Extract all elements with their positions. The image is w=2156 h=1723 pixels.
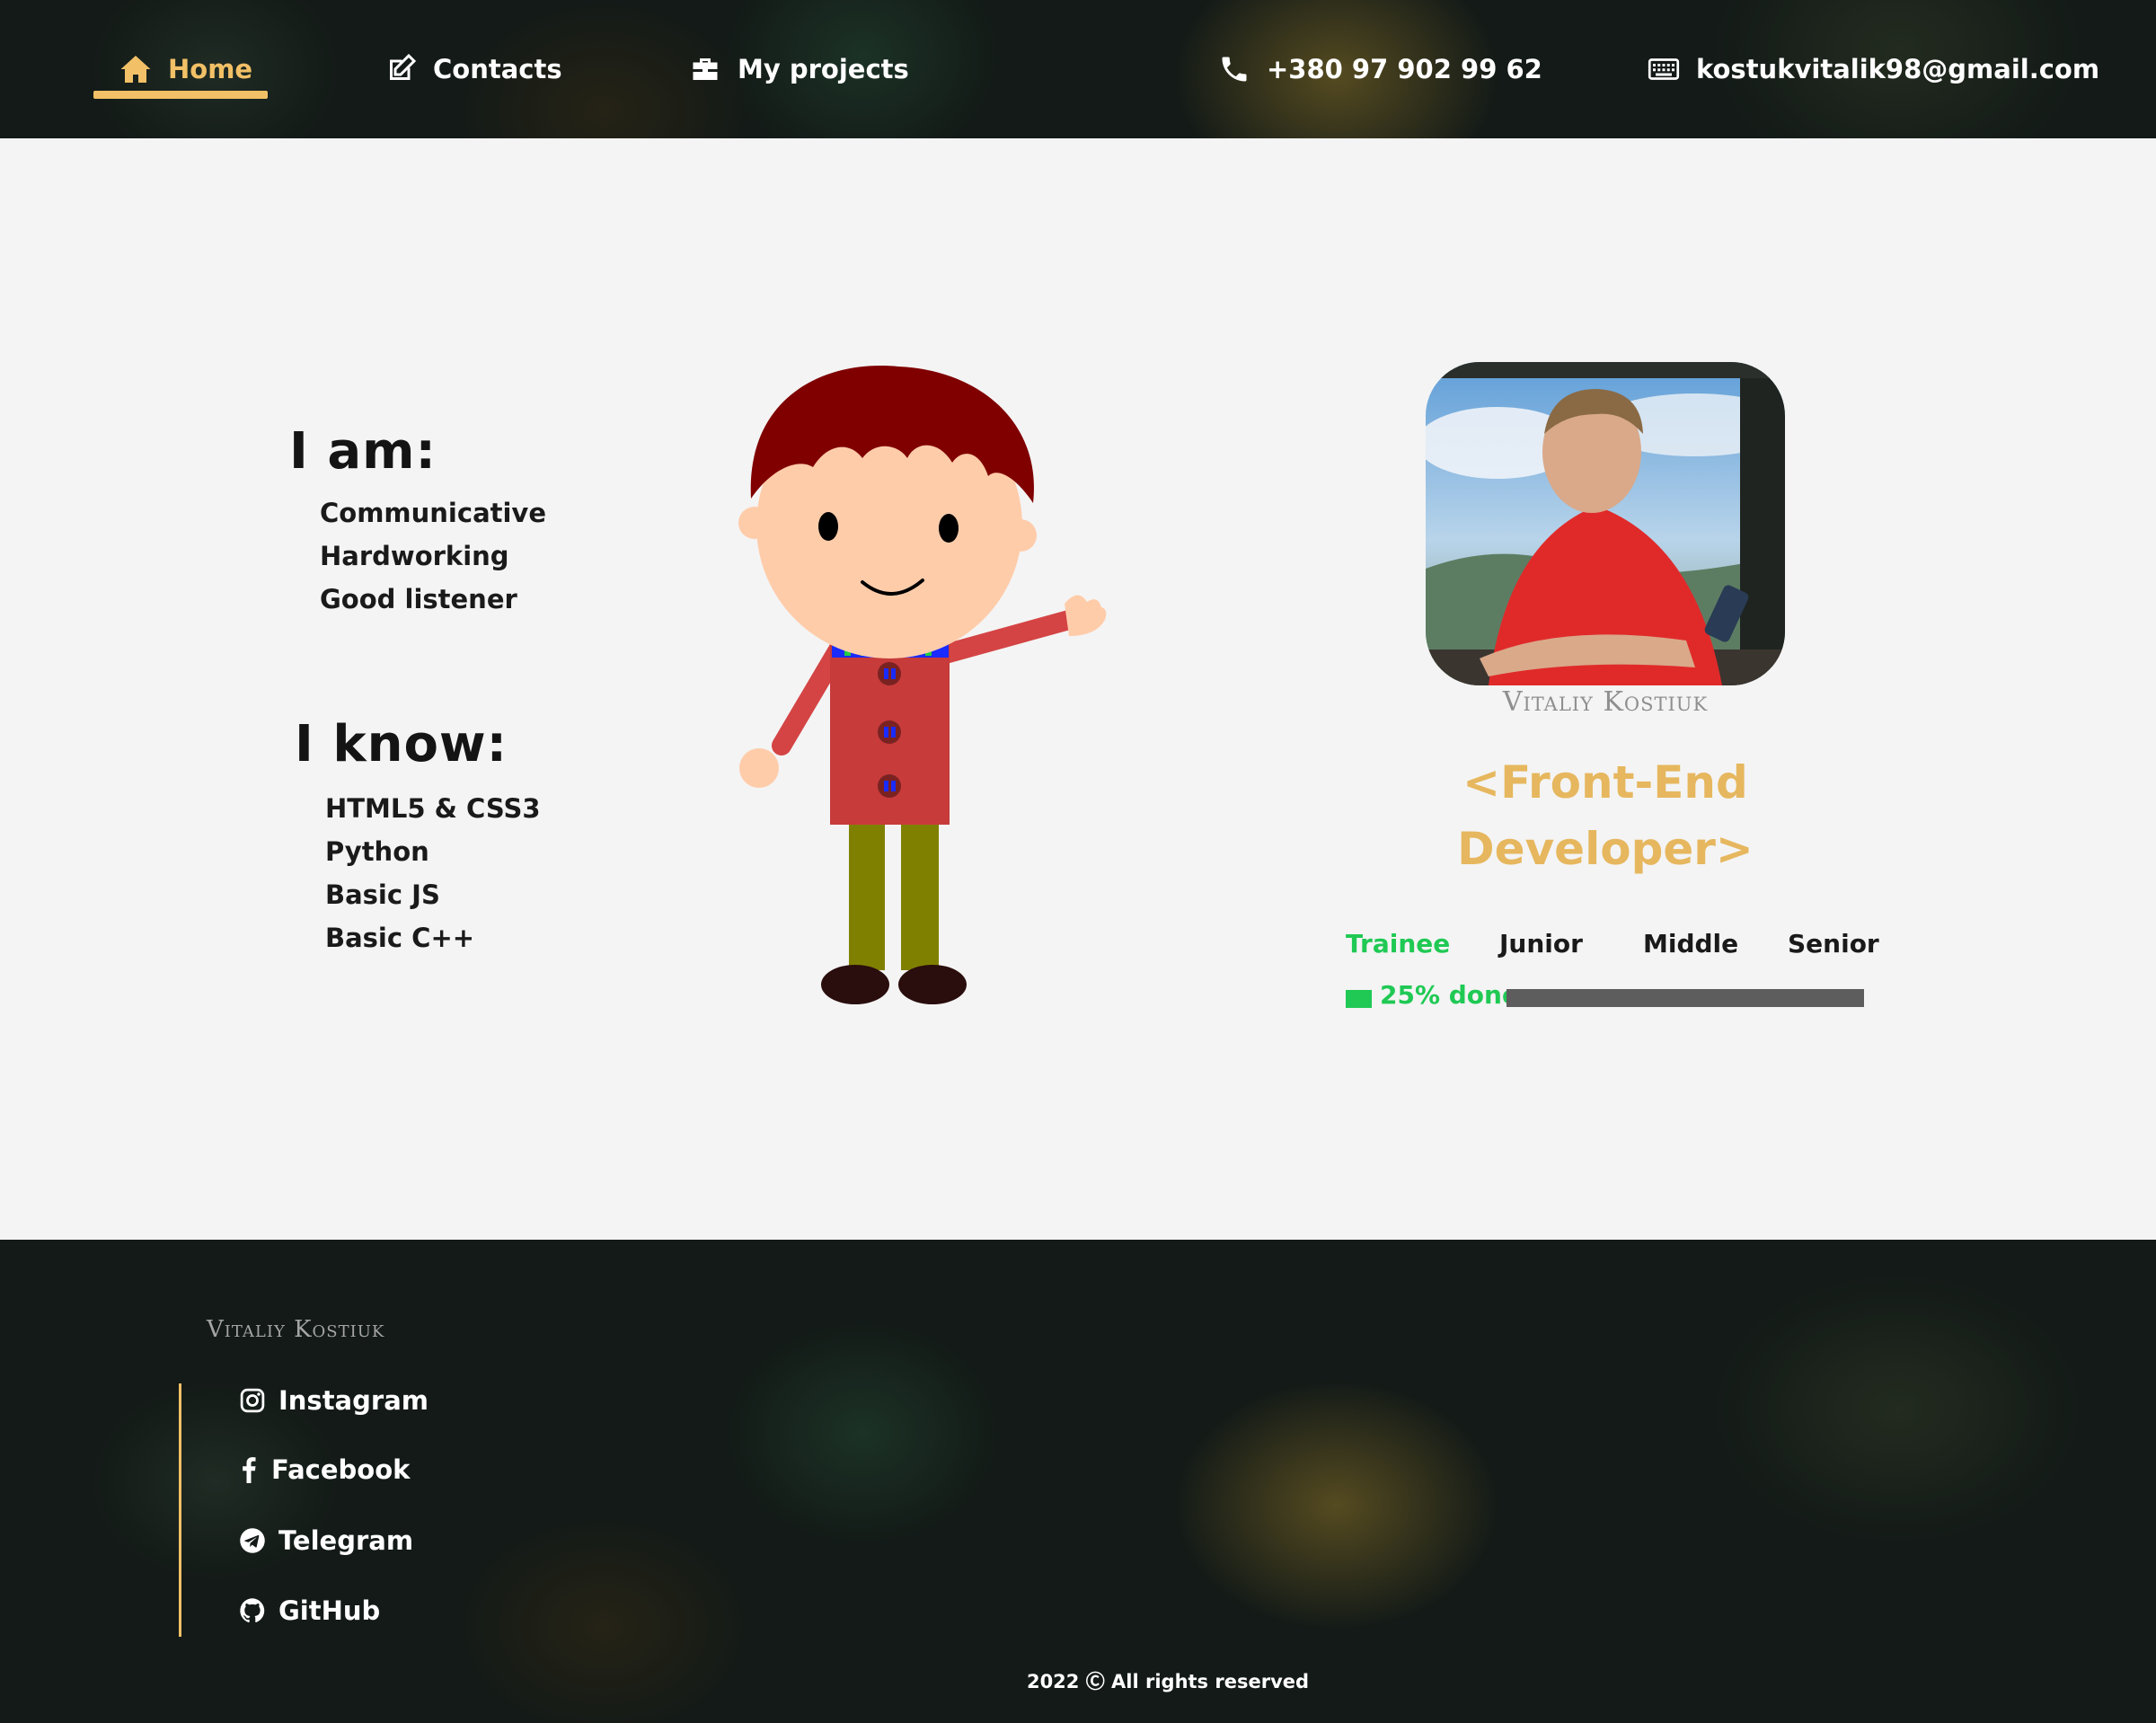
social-label: GitHub	[278, 1595, 381, 1626]
list-item: Python	[325, 836, 429, 867]
phone-icon	[1222, 57, 1247, 82]
social-link-github[interactable]: GitHub	[239, 1595, 380, 1626]
list-item: HTML5 & CSS3	[325, 793, 541, 824]
github-icon	[240, 1598, 265, 1623]
level-senior: Senior	[1788, 929, 1879, 959]
footer-divider	[179, 1383, 181, 1637]
nav-contacts[interactable]: Contacts	[384, 0, 562, 138]
about-title: I am:	[289, 422, 437, 481]
skills-title: I know:	[295, 715, 508, 773]
briefcase-icon	[693, 58, 718, 80]
profile-name: Vitaliy Kostiuk	[1502, 686, 1709, 718]
facebook-icon	[243, 1457, 256, 1483]
nav-contacts-label: Contacts	[433, 54, 562, 84]
nav-phone-label: +380 97 902 99 62	[1267, 54, 1542, 84]
active-nav-underline	[93, 91, 268, 99]
list-item: Good listener	[320, 584, 517, 614]
progress-fill	[1346, 990, 1372, 1008]
nav-email-label: kostukvitalik98@gmail.com	[1696, 54, 2100, 84]
list-item: Hardworking	[320, 541, 509, 571]
level-middle: Middle	[1643, 929, 1739, 959]
social-link-facebook[interactable]: Facebook	[239, 1454, 410, 1485]
progress-remaining-track	[1507, 989, 1864, 1007]
list-item: Basic JS	[325, 879, 440, 910]
footer-name: Vitaliy Kostiuk	[207, 1316, 385, 1343]
nav-home[interactable]: Home	[119, 0, 252, 138]
list-item: Communicative	[320, 498, 547, 528]
nav-my-projects[interactable]: My projects	[689, 0, 909, 138]
social-link-instagram[interactable]: Instagram	[239, 1385, 429, 1416]
telegram-icon	[240, 1528, 265, 1553]
main-content: I am: Communicative Hardworking Good lis…	[0, 138, 2156, 1240]
copyright-text: 2022 Ⓒ All rights reserved	[1026, 1671, 1310, 1692]
home-icon	[120, 56, 151, 83]
level-junior: Junior	[1499, 929, 1583, 959]
social-link-telegram[interactable]: Telegram	[239, 1525, 413, 1556]
top-navigation-bar: Home Contacts My projects +380 97 902 99…	[0, 0, 2156, 138]
level-trainee: Trainee	[1346, 929, 1451, 959]
nav-projects-label: My projects	[738, 54, 909, 84]
keyboard-icon	[1648, 58, 1680, 80]
role-line-1: <Front-End	[1462, 756, 1748, 808]
progress-label: 25% done	[1380, 980, 1519, 1010]
cartoon-boy-illustration	[738, 366, 1107, 1004]
profile-photo	[1426, 362, 1785, 685]
role-line-2: Developer>	[1457, 823, 1754, 875]
nav-home-label: Home	[168, 54, 253, 84]
nav-email[interactable]: kostukvitalik98@gmail.com	[1648, 0, 2099, 138]
list-item: Basic C++	[325, 923, 475, 953]
profile-role: <Front-End Developer>	[1383, 749, 1827, 882]
nav-phone[interactable]: +380 97 902 99 62	[1218, 0, 1542, 138]
about-list: Communicative Hardworking Good listener	[320, 491, 546, 621]
edit-icon	[390, 53, 417, 80]
social-label: Instagram	[278, 1385, 429, 1416]
footer: Vitaliy Kostiuk Instagram Facebook Teleg…	[0, 1240, 2156, 1723]
skills-list: HTML5 & CSS3 Python Basic JS Basic C++	[325, 787, 541, 959]
profile-photo-image	[1426, 362, 1785, 685]
social-label: Facebook	[271, 1454, 411, 1485]
instagram-icon	[240, 1388, 265, 1413]
social-label: Telegram	[278, 1525, 414, 1556]
